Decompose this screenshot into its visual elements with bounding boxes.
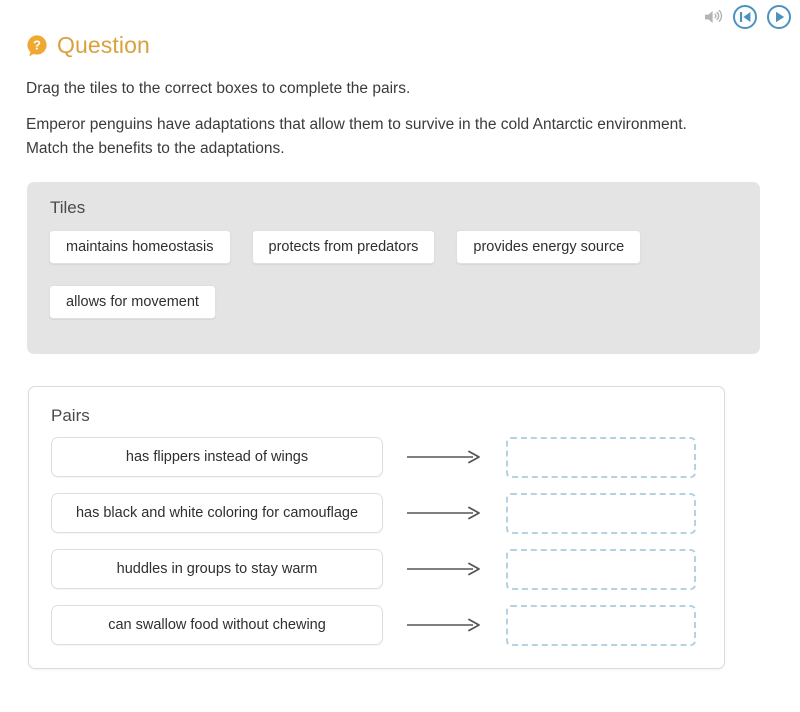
svg-text:?: ? <box>33 37 41 52</box>
play-button[interactable] <box>766 4 792 30</box>
question-mark-icon: ? <box>26 34 48 57</box>
instruction-line-2: Emperor penguins have adaptations that a… <box>26 116 687 158</box>
pair-drop-target[interactable] <box>506 436 696 478</box>
pair-prompt: huddles in groups to stay warm <box>51 549 383 589</box>
tile[interactable]: provides energy source <box>456 230 642 264</box>
pair-row: has flippers instead of wings <box>51 436 704 478</box>
volume-icon[interactable] <box>702 7 724 27</box>
arrow-right-icon <box>383 449 506 465</box>
pair-prompt: has flippers instead of wings <box>51 437 383 477</box>
pair-prompt: has black and white coloring for camoufl… <box>51 493 383 533</box>
instruction-line-1: Drag the tiles to the correct boxes to c… <box>26 80 411 97</box>
tiles-container: maintains homeostasis protects from pred… <box>49 230 744 319</box>
rewind-button[interactable] <box>732 4 758 30</box>
tile[interactable]: protects from predators <box>251 230 436 264</box>
tiles-panel: Tiles maintains homeostasis protects fro… <box>27 182 760 354</box>
pair-row: has black and white coloring for camoufl… <box>51 492 704 534</box>
pairs-heading: Pairs <box>51 406 90 425</box>
question-title-text: Question <box>57 32 150 58</box>
pair-drop-target[interactable] <box>506 548 696 590</box>
tile[interactable]: maintains homeostasis <box>49 230 231 264</box>
pair-row: huddles in groups to stay warm <box>51 548 704 590</box>
pair-drop-target[interactable] <box>506 492 696 534</box>
page-title: ? Question <box>26 34 150 57</box>
pair-drop-target[interactable] <box>506 604 696 646</box>
pairs-container: has flippers instead of wings has black … <box>51 436 704 646</box>
arrow-right-icon <box>383 561 506 577</box>
media-controls <box>702 4 792 30</box>
tiles-heading: Tiles <box>50 198 86 217</box>
arrow-right-icon <box>383 505 506 521</box>
pair-row: can swallow food without chewing <box>51 604 704 646</box>
pairs-panel: Pairs has flippers instead of wings has … <box>28 386 725 669</box>
arrow-right-icon <box>383 617 506 633</box>
tile[interactable]: allows for movement <box>49 285 216 319</box>
pair-prompt: can swallow food without chewing <box>51 605 383 645</box>
